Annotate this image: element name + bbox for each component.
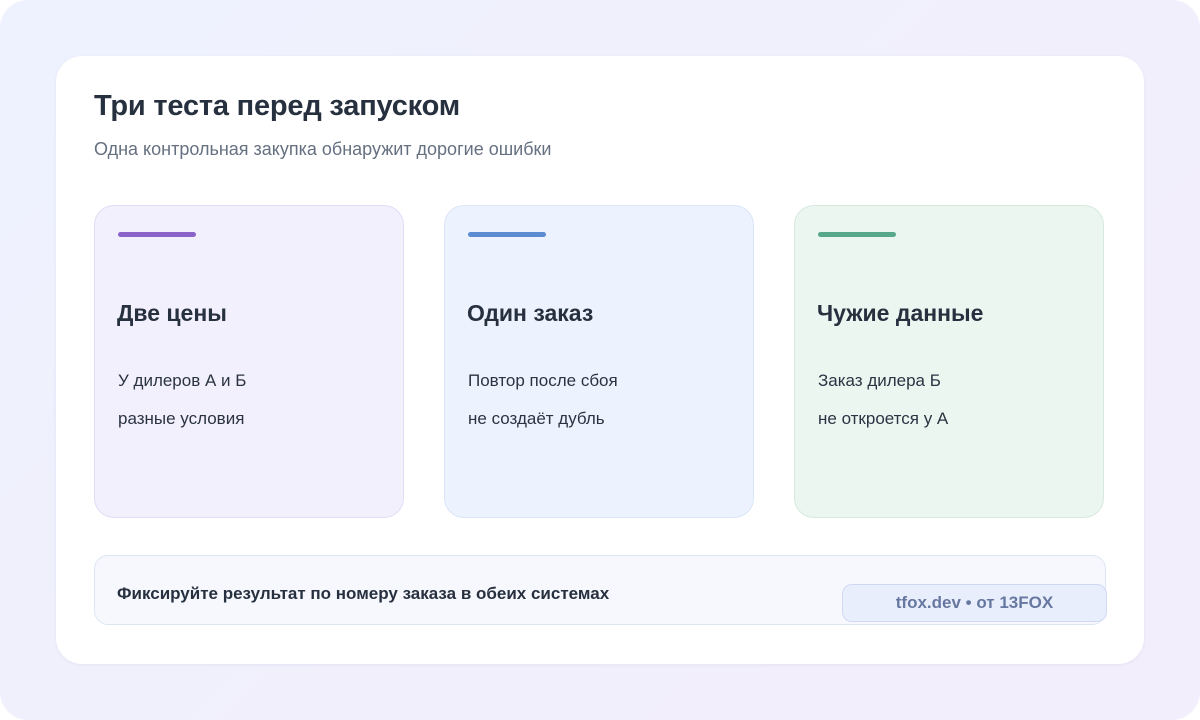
page-title: Три теста перед запуском (94, 90, 460, 122)
credit-badge: tfox.dev • от 13FOX (842, 584, 1107, 622)
card-text-line: Заказ дилера Б (818, 371, 941, 390)
card-text-line: Повтор после сбоя (468, 371, 618, 390)
card-title: Один заказ (467, 300, 594, 326)
card-foreign-data: Чужие данные Заказ дилера Б не откроется… (794, 205, 1104, 518)
card-text-line: разные условия (118, 409, 245, 428)
footer-note: Фиксируйте результат по номеру заказа в … (94, 555, 1107, 625)
card-text-line: не создаёт дубль (468, 409, 605, 428)
card-two-prices: Две цены У дилеров А и Б разные условия (94, 205, 404, 518)
page-subtitle: Одна контрольная закупка обнаружит дорог… (94, 139, 552, 159)
card-title: Две цены (117, 300, 227, 326)
card-text-line: не откроется у А (818, 409, 949, 428)
background-frame: Три теста перед запуском Одна контрольна… (0, 0, 1200, 720)
card-accent-bar (468, 232, 546, 237)
main-panel: Три теста перед запуском Одна контрольна… (56, 56, 1144, 664)
card-text-line: У дилеров А и Б (118, 371, 247, 390)
card-title: Чужие данные (817, 300, 984, 326)
footer-text: Фиксируйте результат по номеру заказа в … (117, 584, 610, 603)
card-accent-bar (118, 232, 196, 237)
card-one-order: Один заказ Повтор после сбоя не создаёт … (444, 205, 754, 518)
card-accent-bar (818, 232, 896, 237)
